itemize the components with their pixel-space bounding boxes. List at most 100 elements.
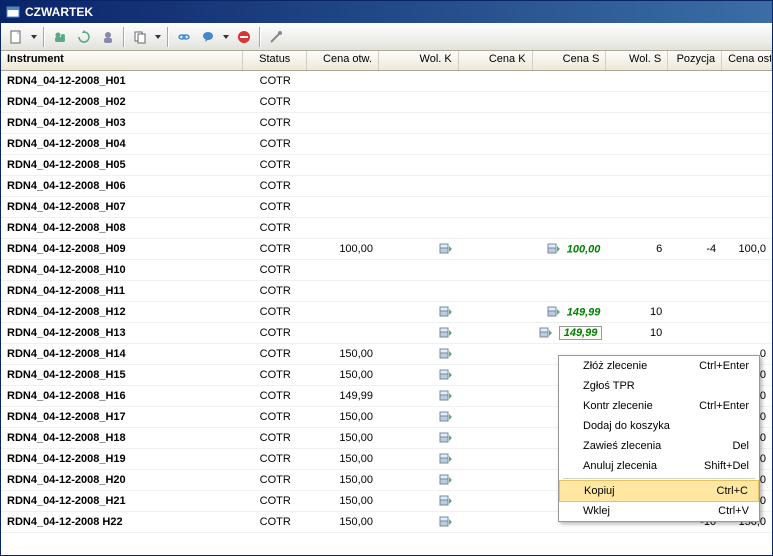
- cell-wolk: [379, 205, 459, 209]
- table-row[interactable]: RDN4_04-12-2008_H11COTR: [1, 281, 772, 302]
- cell-wolk: [379, 408, 459, 427]
- cell-wolk: [379, 387, 459, 406]
- col-cenaost[interactable]: Cena ost.: [722, 51, 772, 70]
- context-menu-separator: [563, 478, 755, 479]
- context-menu-item[interactable]: Dodaj do koszyka: [559, 416, 759, 436]
- order-icon: [439, 305, 453, 320]
- context-menu-shortcut: Ctrl+Enter: [699, 400, 749, 412]
- cell-cenak: [459, 184, 533, 188]
- context-menu-label: Kopiuj: [584, 485, 615, 497]
- cell-cenas: [533, 205, 607, 209]
- table-row[interactable]: RDN4_04-12-2008_H07COTR: [1, 197, 772, 218]
- context-menu-item[interactable]: Kontr zlecenieCtrl+Enter: [559, 396, 759, 416]
- toolbar-separator: [123, 27, 125, 47]
- cell-cenak: [459, 310, 533, 314]
- cell-wols: [606, 121, 668, 125]
- cell-wolk: [379, 303, 459, 322]
- context-menu-item[interactable]: Anuluj zlecenia Shift+Del: [559, 456, 759, 476]
- cell-cenaotw: [307, 79, 379, 83]
- context-menu-shortcut: Ctrl+Enter: [699, 360, 749, 372]
- link-button[interactable]: [173, 26, 195, 48]
- col-instrument[interactable]: Instrument: [1, 51, 243, 70]
- cell-instrument: RDN4_04-12-2008_H13: [1, 325, 243, 341]
- context-menu-label: Zgłoś TPR: [583, 380, 635, 392]
- cell-instrument: RDN4_04-12-2008_H20: [1, 472, 243, 488]
- cell-wols: [606, 100, 668, 104]
- cell-cenaost: [722, 268, 772, 272]
- cell-cenaotw: [307, 100, 379, 104]
- cell-wols: [606, 79, 668, 83]
- cell-wolk: [379, 345, 459, 364]
- context-menu-item[interactable]: Zawieś zleceniaDel: [559, 436, 759, 456]
- order-icon: [439, 410, 453, 425]
- cell-cenak: [459, 415, 533, 419]
- cell-cenaotw: 150,00: [307, 409, 379, 425]
- table-row[interactable]: RDN4_04-12-2008_H10COTR: [1, 260, 772, 281]
- cell-cenaotw: [307, 226, 379, 230]
- table-row[interactable]: RDN4_04-12-2008_H03COTR: [1, 113, 772, 134]
- cell-status: COTR: [243, 367, 307, 383]
- comment-button[interactable]: [197, 26, 219, 48]
- order-icon: [547, 305, 561, 320]
- order-icon: [439, 242, 453, 257]
- col-pozycja[interactable]: Pozycja: [668, 51, 722, 70]
- col-status[interactable]: Status: [243, 51, 307, 70]
- order-icon: [439, 515, 453, 530]
- cell-wolk: [379, 184, 459, 188]
- cell-cenas: [533, 226, 607, 230]
- cell-cenaotw: 150,00: [307, 514, 379, 530]
- table-row[interactable]: RDN4_04-12-2008_H01COTR: [1, 71, 772, 92]
- cell-status: COTR: [243, 73, 307, 89]
- users-button[interactable]: [49, 26, 71, 48]
- col-wolk[interactable]: Wol. K: [379, 51, 459, 70]
- cell-cenaotw: [307, 142, 379, 146]
- cell-cenaost: [722, 289, 772, 293]
- context-menu-item[interactable]: Zgłoś TPR: [559, 376, 759, 396]
- cell-wolk: [379, 492, 459, 511]
- copy-dropdown[interactable]: [153, 26, 163, 48]
- context-menu-shortcut: Shift+Del: [704, 460, 749, 472]
- new-document-dropdown[interactable]: [29, 26, 39, 48]
- table-row[interactable]: RDN4_04-12-2008_H06COTR: [1, 176, 772, 197]
- col-wols[interactable]: Wol. S: [606, 51, 668, 70]
- context-menu-item[interactable]: KopiujCtrl+C: [559, 480, 759, 502]
- col-cenas[interactable]: Cena S: [533, 51, 607, 70]
- table-row[interactable]: RDN4_04-12-2008_H08COTR: [1, 218, 772, 239]
- app-icon: [5, 4, 21, 20]
- cell-instrument: RDN4_04-12-2008_H10: [1, 262, 243, 278]
- order-icon: [439, 326, 453, 341]
- cell-status: COTR: [243, 304, 307, 320]
- copy-button[interactable]: [129, 26, 151, 48]
- col-cenak[interactable]: Cena K: [459, 51, 533, 70]
- cell-instrument: RDN4_04-12-2008_H11: [1, 283, 243, 299]
- new-document-button[interactable]: [5, 26, 27, 48]
- refresh-button[interactable]: [73, 26, 95, 48]
- table-row[interactable]: RDN4_04-12-2008_H05COTR: [1, 155, 772, 176]
- cell-cenas: [533, 289, 607, 293]
- col-cenaotw[interactable]: Cena otw.: [307, 51, 379, 70]
- table-row[interactable]: RDN4_04-12-2008_H04COTR: [1, 134, 772, 155]
- context-menu-item[interactable]: Złóż zlecenieCtrl+Enter: [559, 356, 759, 376]
- cell-wols: 6: [606, 241, 668, 257]
- comment-dropdown[interactable]: [221, 26, 231, 48]
- cell-instrument: RDN4_04-12-2008_H17: [1, 409, 243, 425]
- cell-cenas: 149,99: [533, 303, 607, 322]
- table-row[interactable]: RDN4_04-12-2008_H12COTR 149,9910: [1, 302, 772, 323]
- user-button[interactable]: [97, 26, 119, 48]
- cell-cenas: [533, 184, 607, 188]
- cell-wols: [606, 226, 668, 230]
- stop-button[interactable]: [233, 26, 255, 48]
- toolbar: [1, 23, 772, 51]
- table-row[interactable]: RDN4_04-12-2008_H02COTR: [1, 92, 772, 113]
- cell-status: COTR: [243, 199, 307, 215]
- cell-wolk: [379, 513, 459, 532]
- cell-status: COTR: [243, 430, 307, 446]
- context-menu-item[interactable]: WklejCtrl+V: [559, 501, 759, 521]
- tools-button[interactable]: [265, 26, 287, 48]
- cell-wolk: [379, 289, 459, 293]
- table-row[interactable]: RDN4_04-12-2008_H09COTR100,00 100,006-41…: [1, 239, 772, 260]
- context-menu-label: Anuluj zlecenia: [583, 460, 657, 472]
- cell-wolk: [379, 240, 459, 259]
- cell-instrument: RDN4_04-12-2008_H06: [1, 178, 243, 194]
- table-row[interactable]: RDN4_04-12-2008_H13COTR 149,9910: [1, 323, 772, 344]
